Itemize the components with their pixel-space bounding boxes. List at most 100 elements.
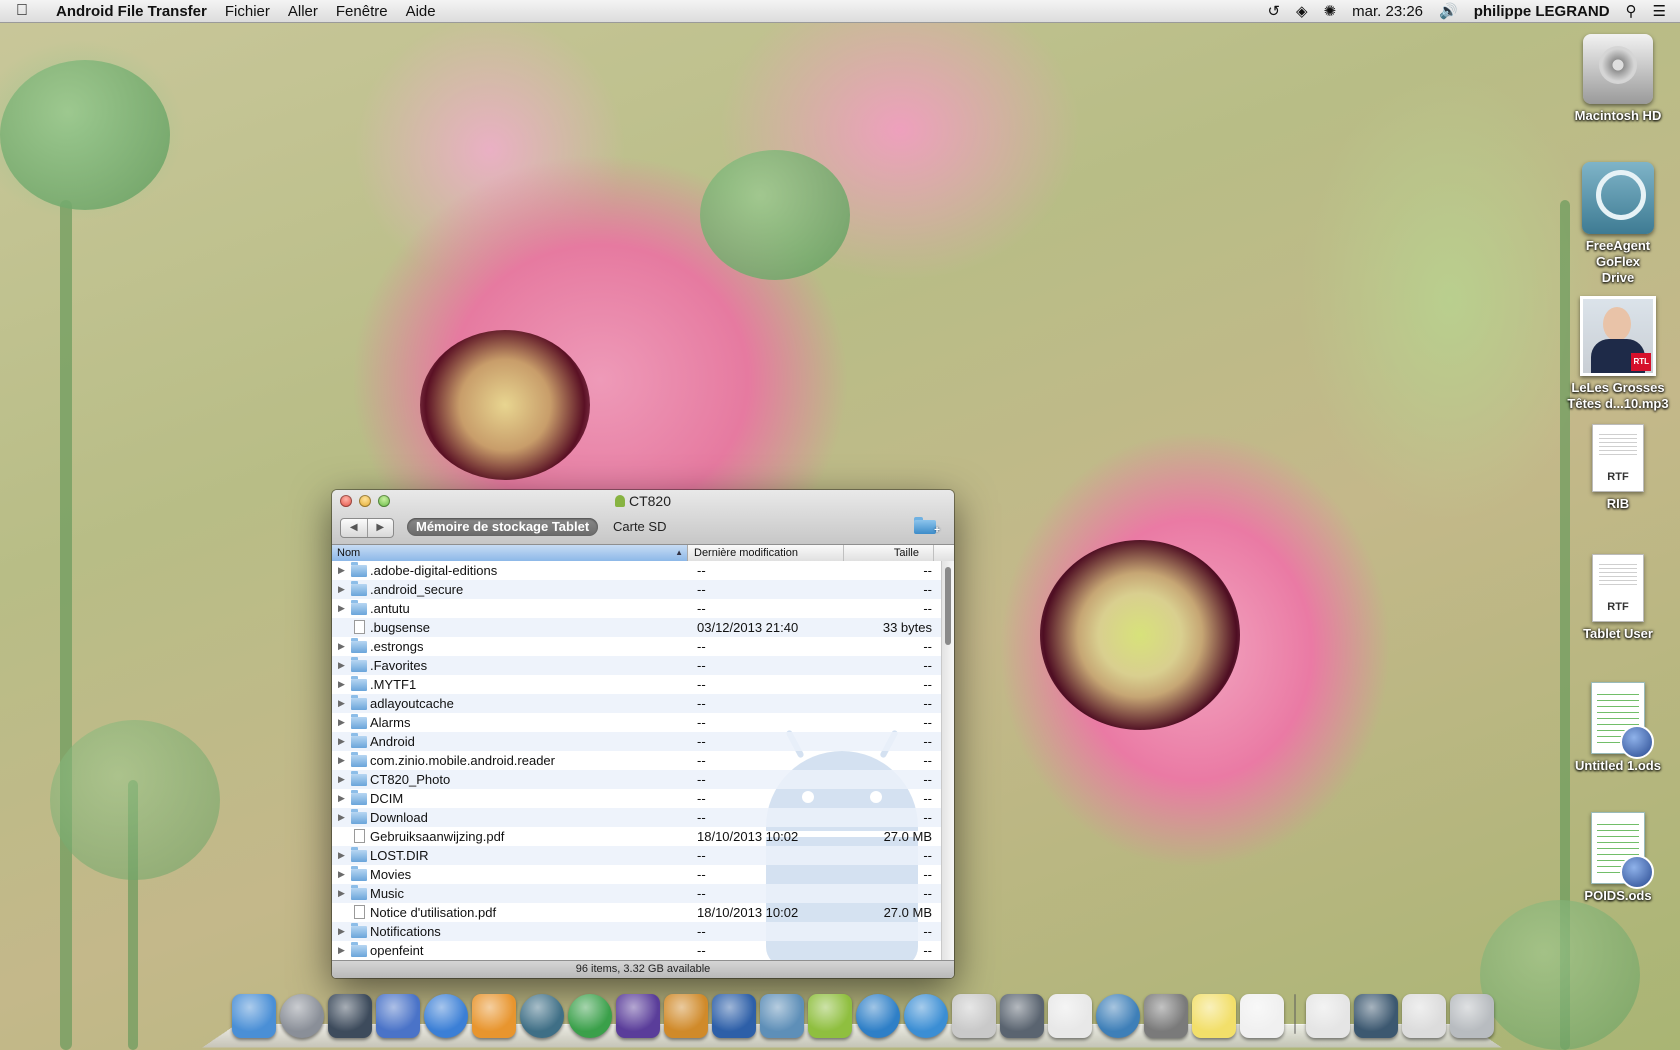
bluetooth-icon[interactable]: ✺ [1324,2,1337,20]
disclosure-triangle-icon[interactable]: ▶ [338,580,345,599]
disclosure-triangle-icon[interactable]: ▶ [338,656,345,675]
table-row[interactable]: ▶ .android_secure -- -- [332,580,942,599]
column-header-size[interactable]: Taille [844,545,934,561]
disclosure-triangle-icon[interactable]: ▶ [338,713,345,732]
notification-center-icon[interactable]: ☰ [1653,2,1666,20]
desktop-icon-freeagent[interactable]: FreeAgent GoFlex Drive [1558,162,1678,286]
reminders-icon[interactable] [1048,994,1092,1038]
table-row[interactable]: .bugsense 03/12/2013 21:40 33 bytes [332,618,942,637]
table-row[interactable]: Notice d'utilisation.pdf 18/10/2013 10:02… [332,903,942,922]
table-row[interactable]: ▶ .MYTF1 -- -- [332,675,942,694]
disclosure-triangle-icon[interactable]: ▶ [338,599,345,618]
itunes-icon[interactable] [424,994,468,1038]
spotlight-icon[interactable]: ⚲ [1626,2,1637,20]
table-row[interactable]: ▶ .Favorites -- -- [332,656,942,675]
apple-menu-icon[interactable]:  [16,2,38,20]
menu-user[interactable]: philippe LEGRAND [1474,3,1610,20]
safari-icon[interactable] [904,994,948,1038]
menu-app-name[interactable]: Android File Transfer [56,3,207,20]
document-lines [1599,431,1637,457]
forward-button[interactable]: ▶ [368,519,394,537]
table-row[interactable]: ▶ Alarms -- -- [332,713,942,732]
volume-icon[interactable]: 🔊 [1439,2,1458,20]
table-row[interactable]: ▶ openfeint -- -- [332,941,942,960]
desktop-icon-mp3[interactable]: RTL LeLes Grosses Têtes d...10.mp3 [1558,296,1678,412]
disclosure-triangle-icon[interactable]: ▶ [338,675,345,694]
airport-utility-icon[interactable] [1096,994,1140,1038]
disclosure-triangle-icon[interactable]: ▶ [338,846,345,865]
table-row[interactable]: ▶ .estrongs -- -- [332,637,942,656]
wallpaper-flower-center [420,330,590,480]
table-row[interactable]: ▶ Music -- -- [332,884,942,903]
disclosure-triangle-icon[interactable]: ▶ [338,561,345,580]
checkmark-app-icon[interactable] [568,994,612,1038]
table-row[interactable]: ▶ Movies -- -- [332,865,942,884]
imovie-icon[interactable] [616,994,660,1038]
android-file-transfer-icon[interactable] [808,994,852,1038]
window-titlebar[interactable]: CT820 ◀ ▶ Mémoire de stockage Tablet Car… [332,490,954,545]
menu-fichier[interactable]: Fichier [225,3,270,20]
game-app-icon[interactable] [664,994,708,1038]
mission-control-icon[interactable] [328,994,372,1038]
facetime-icon[interactable] [1000,994,1044,1038]
column-header-name[interactable]: Nom ▲ [332,545,688,561]
disclosure-triangle-icon[interactable]: ▶ [338,789,345,808]
disclosure-triangle-icon[interactable]: ▶ [338,884,345,903]
disclosure-triangle-icon[interactable]: ▶ [338,941,345,960]
desktop-icon-untitled-ods[interactable]: Untitled 1.ods [1558,682,1678,774]
launchpad-icon[interactable] [280,994,324,1038]
menu-aide[interactable]: Aide [406,3,436,20]
table-row[interactable]: ▶ LOST.DIR -- -- [332,846,942,865]
table-row[interactable]: ▶ Android -- -- [332,732,942,751]
stickies-icon[interactable] [1192,994,1236,1038]
disclosure-triangle-icon[interactable]: ▶ [338,770,345,789]
pages-icon[interactable] [376,994,420,1038]
back-button[interactable]: ◀ [341,519,368,537]
table-row[interactable]: ▶ com.zinio.mobile.android.reader -- -- [332,751,942,770]
document-stack-icon[interactable] [1306,994,1350,1038]
screen-icon[interactable] [1354,994,1398,1038]
desktop-icon-macintosh-hd[interactable]: Macintosh HD [1558,34,1678,124]
menu-aller[interactable]: Aller [288,3,318,20]
tab-internal-storage[interactable]: Mémoire de stockage Tablet [407,518,599,536]
iphoto-icon[interactable] [760,994,804,1038]
textedit-icon[interactable] [1240,994,1284,1038]
new-folder-button[interactable]: + [914,516,940,536]
disclosure-triangle-icon[interactable]: ▶ [338,732,345,751]
column-header-modified[interactable]: Dernière modification [688,545,844,561]
table-row[interactable]: ▶ Download -- -- [332,808,942,827]
table-row[interactable]: ▶ adlayoutcache -- -- [332,694,942,713]
table-row[interactable]: ▶ .adobe-digital-editions -- -- [332,561,942,580]
file-list[interactable]: ▶ .adobe-digital-editions -- -- ▶ .android_se… [332,561,942,961]
downloads-icon[interactable] [1402,994,1446,1038]
globe-app-icon[interactable] [856,994,900,1038]
table-row[interactable]: Gebruiksaanwijzing.pdf 18/10/2013 10:02 27… [332,827,942,846]
disclosure-triangle-icon[interactable]: ▶ [338,694,345,713]
disclosure-triangle-icon[interactable]: ▶ [338,751,345,770]
desktop-icon-rib[interactable]: RTF RIB [1558,424,1678,512]
vertical-scrollbar[interactable] [941,561,954,961]
menu-clock[interactable]: mar. 23:26 [1352,3,1423,20]
printer-icon[interactable] [1144,994,1188,1038]
tab-sd-card[interactable]: Carte SD [604,518,675,536]
finder-icon[interactable] [232,994,276,1038]
table-row[interactable]: ▶ CT820_Photo -- -- [332,770,942,789]
scrollbar-thumb[interactable] [945,567,951,645]
table-row[interactable]: ▶ Notifications -- -- [332,922,942,941]
thunderbird-icon[interactable] [712,994,756,1038]
script-app-icon[interactable] [952,994,996,1038]
ibooks-icon[interactable] [472,994,516,1038]
table-row[interactable]: ▶ .antutu -- -- [332,599,942,618]
disclosure-triangle-icon[interactable]: ▶ [338,637,345,656]
disclosure-triangle-icon[interactable]: ▶ [338,865,345,884]
desktop-icon-tablet-user[interactable]: RTF Tablet User [1558,554,1678,642]
disclosure-triangle-icon[interactable]: ▶ [338,808,345,827]
time-machine-icon[interactable]: ↺ [1267,2,1280,20]
table-row[interactable]: ▶ DCIM -- -- [332,789,942,808]
trash-icon[interactable] [1450,994,1494,1038]
desktop-icon-poids-ods[interactable]: POIDS.ods [1558,812,1678,904]
menu-fenetre[interactable]: Fenêtre [336,3,388,20]
time-machine-icon[interactable] [520,994,564,1038]
disclosure-triangle-icon[interactable]: ▶ [338,922,345,941]
wifi-icon[interactable]: ◈ [1296,2,1308,20]
